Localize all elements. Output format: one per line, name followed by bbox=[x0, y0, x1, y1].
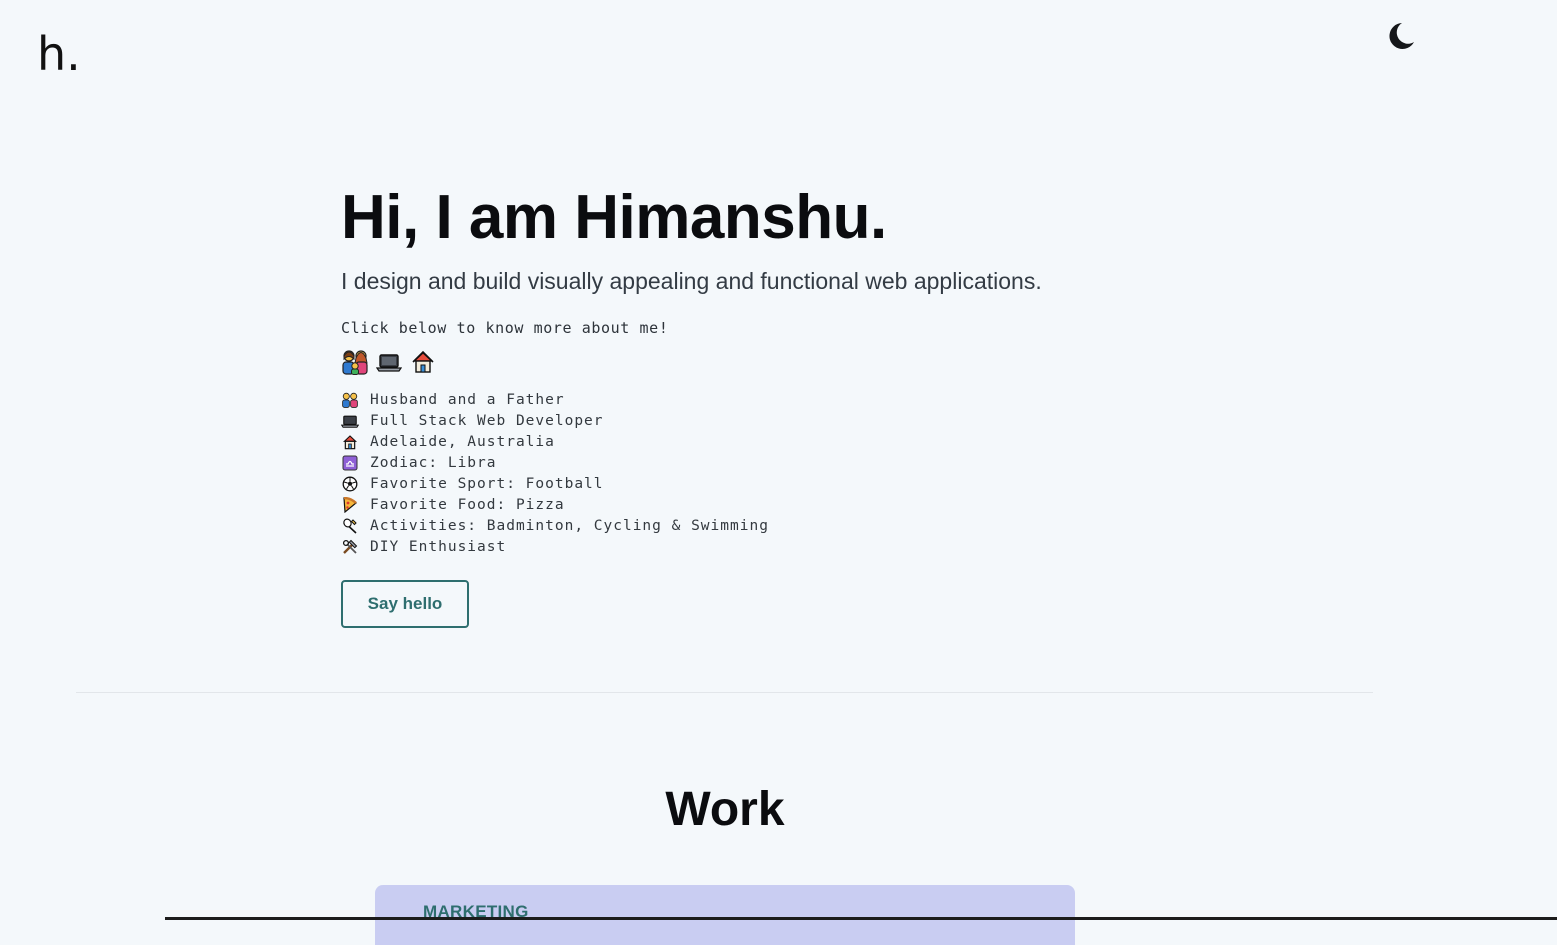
fact-text: Full Stack Web Developer bbox=[370, 412, 604, 429]
libra-icon bbox=[342, 455, 358, 470]
badminton-icon bbox=[343, 518, 357, 534]
fact-text: Zodiac: Libra bbox=[370, 454, 497, 471]
hero-title: Hi, I am Himanshu. bbox=[341, 183, 887, 252]
hero-subtitle: I design and build visually appealing an… bbox=[341, 268, 1042, 294]
tools-icon bbox=[342, 539, 358, 554]
about-facts-list: Husband and a Father Full Stack Web Deve… bbox=[341, 389, 769, 557]
pizza-icon bbox=[343, 496, 357, 513]
about-prompt: Click below to know more about me! bbox=[341, 319, 669, 337]
soccer-ball-icon bbox=[342, 476, 358, 491]
laptop-emoji-button[interactable] bbox=[375, 348, 403, 376]
list-item: Husband and a Father bbox=[341, 389, 769, 410]
moon-icon bbox=[1389, 23, 1414, 49]
laptop-icon bbox=[341, 415, 359, 428]
fact-text: Favorite Sport: Football bbox=[370, 475, 604, 492]
work-card[interactable]: MARKETING bbox=[375, 885, 1075, 945]
fact-text: Husband and a Father bbox=[370, 391, 565, 408]
list-item: Full Stack Web Developer bbox=[341, 410, 769, 431]
list-item: Favorite Sport: Football bbox=[341, 473, 769, 494]
site-logo[interactable]: h. bbox=[37, 26, 81, 82]
say-hello-button[interactable]: Say hello bbox=[341, 580, 469, 628]
family-icon bbox=[342, 350, 368, 375]
family-emoji-button[interactable] bbox=[341, 348, 369, 376]
work-section-title: Work bbox=[665, 783, 785, 836]
list-item: Favorite Food: Pizza bbox=[341, 494, 769, 515]
laptop-icon bbox=[376, 354, 402, 372]
fact-text: Adelaide, Australia bbox=[370, 433, 555, 450]
house-emoji-button[interactable] bbox=[409, 348, 437, 376]
fact-text: DIY Enthusiast bbox=[370, 538, 507, 555]
fact-text: Activities: Badminton, Cycling & Swimmin… bbox=[370, 517, 769, 534]
list-item: Adelaide, Australia bbox=[341, 431, 769, 452]
about-emoji-buttons bbox=[341, 348, 437, 376]
house-icon bbox=[342, 434, 358, 449]
list-item: DIY Enthusiast bbox=[341, 536, 769, 557]
family-icon bbox=[342, 392, 358, 408]
theme-toggle-button[interactable] bbox=[1383, 20, 1417, 54]
list-item: Zodiac: Libra bbox=[341, 452, 769, 473]
house-icon bbox=[412, 350, 434, 373]
section-divider bbox=[76, 692, 1373, 693]
fact-text: Favorite Food: Pizza bbox=[370, 496, 565, 513]
list-item: Activities: Badminton, Cycling & Swimmin… bbox=[341, 515, 769, 536]
hero-section: Hi, I am Himanshu. I design and build vi… bbox=[341, 180, 1241, 628]
